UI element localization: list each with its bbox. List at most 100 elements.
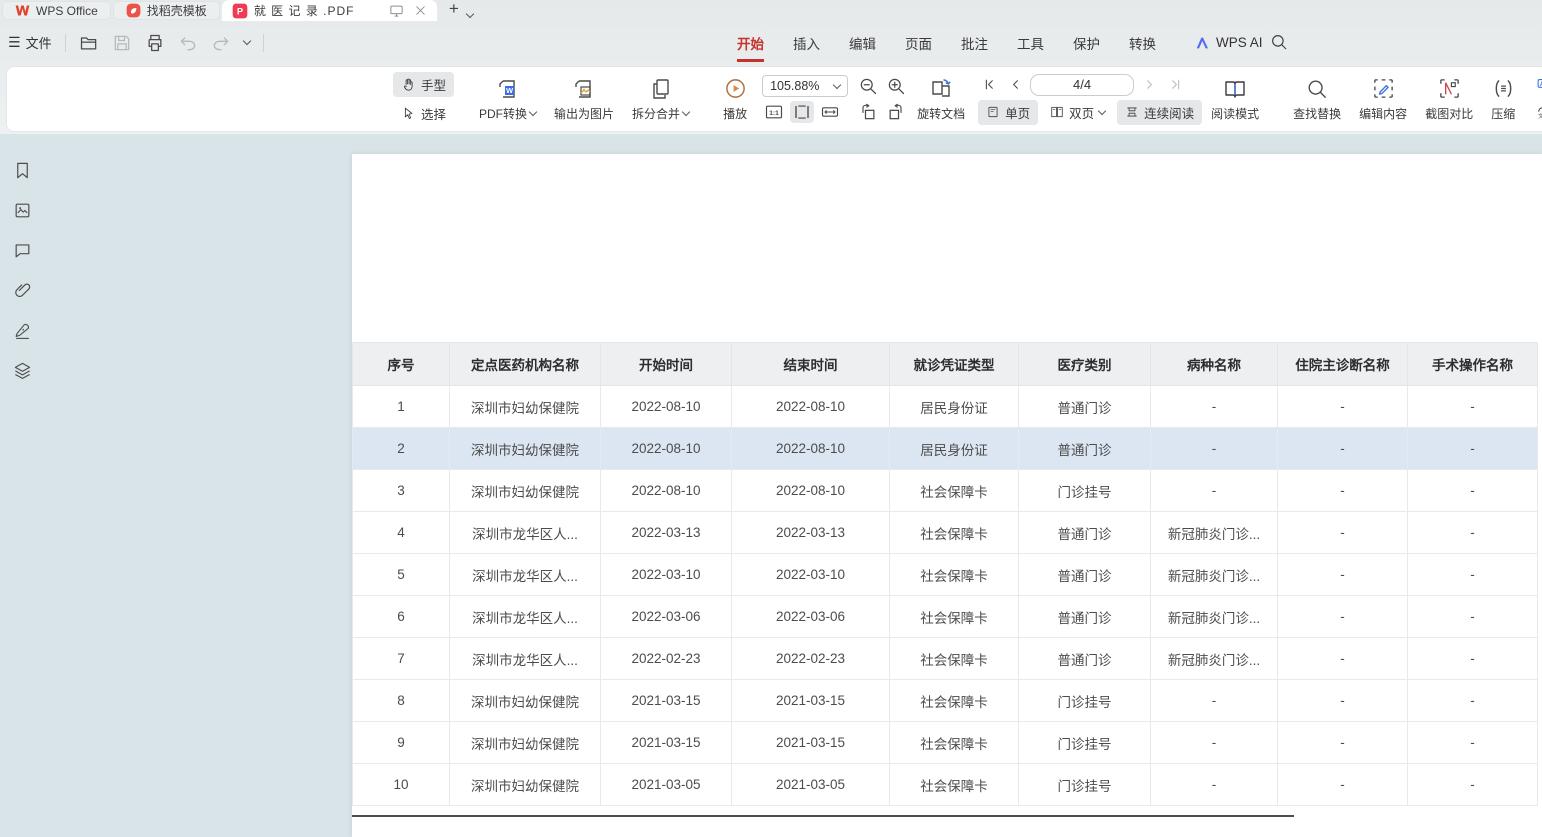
table-row: 2深圳市妇幼保健院2022-08-102022-08-10居民身份证普通门诊--… <box>353 428 1538 470</box>
fit-width-button[interactable] <box>790 101 814 123</box>
table-cell: - <box>1408 386 1538 428</box>
open-file-icon[interactable] <box>79 33 99 53</box>
table-cell: - <box>1278 428 1408 470</box>
table-cell: 2021-03-05 <box>732 764 890 806</box>
comments-panel-button[interactable] <box>12 240 33 261</box>
docer-icon <box>126 3 141 18</box>
table-cell: 社会保障卡 <box>890 512 1019 554</box>
ribbon-toolbar: 手型 选择 PDF转换 输出为图片 拆分合并 <box>6 66 1542 132</box>
table-cell: 2022-08-10 <box>732 386 890 428</box>
table-cell: 深圳市妇幼保健院 <box>450 722 601 764</box>
table-header-row: 序号定点医药机构名称开始时间结束时间就诊凭证类型医疗类别病种名称住院主诊断名称手… <box>353 343 1538 386</box>
wps-ai-label: WPS AI <box>1216 35 1263 50</box>
actual-size-button[interactable] <box>762 101 786 123</box>
paperclip-icon <box>13 281 32 300</box>
table-cell: 普通门诊 <box>1019 386 1151 428</box>
table-cell: 普通门诊 <box>1019 596 1151 638</box>
menu-item[interactable]: 批注 <box>961 33 988 53</box>
table-cell: - <box>1408 638 1538 680</box>
double-page-button[interactable]: 双页 <box>1042 100 1113 125</box>
menu-item[interactable]: 转换 <box>1129 33 1156 53</box>
file-menu-button[interactable]: ☰ 文件 <box>8 33 52 52</box>
column-header: 手术操作名称 <box>1408 343 1538 386</box>
attachments-panel-button[interactable] <box>12 280 33 301</box>
screen-share-icon[interactable] <box>389 3 404 18</box>
chevron-down-icon <box>833 80 841 88</box>
split-merge-button[interactable]: 拆分合并 <box>623 77 698 122</box>
table-cell: 2022-08-10 <box>732 428 890 470</box>
screenshot-compare-label: 截图对比 <box>1425 105 1473 122</box>
last-page-button[interactable] <box>1164 74 1186 96</box>
table-cell: 普通门诊 <box>1019 512 1151 554</box>
select-tool-button[interactable]: 选择 <box>393 101 454 126</box>
find-replace-button[interactable]: 查找替换 <box>1284 77 1350 122</box>
export-image-button[interactable]: 输出为图片 <box>545 77 623 122</box>
rotate-left-button[interactable] <box>856 101 880 123</box>
tab-list-chevron-icon[interactable] <box>466 10 474 18</box>
hand-tool-button[interactable]: 手型 <box>393 72 454 97</box>
document-title: 就 医 记 录 .PDF <box>254 2 355 19</box>
save-icon[interactable] <box>112 33 132 53</box>
new-tab-button[interactable]: + <box>449 0 459 19</box>
print-icon[interactable] <box>145 33 165 53</box>
fit-page-button[interactable] <box>818 101 842 123</box>
redo-icon[interactable] <box>211 33 231 53</box>
menu-item[interactable]: 保护 <box>1073 33 1100 53</box>
layers-icon <box>13 361 32 380</box>
menu-search-icon[interactable] <box>1270 33 1288 51</box>
tab-docer-templates[interactable]: 找稻壳模板 <box>113 1 220 20</box>
layers-panel-button[interactable] <box>12 360 33 381</box>
page-number-input[interactable]: 4/4 <box>1030 74 1134 96</box>
table-cell: 居民身份证 <box>890 428 1019 470</box>
continuous-read-button[interactable]: 连续阅读 <box>1117 100 1202 125</box>
table-cell: - <box>1278 554 1408 596</box>
compress-button[interactable]: 压缩 <box>1482 77 1524 122</box>
tab-document[interactable]: P 就 医 记 录 .PDF <box>222 0 437 21</box>
zoom-out-button[interactable] <box>856 75 880 97</box>
wps-logo-icon <box>15 4 30 17</box>
table-cell: 深圳市龙华区人... <box>450 596 601 638</box>
table-row: 5深圳市龙华区人...2022-03-102022-03-10社会保障卡普通门诊… <box>353 554 1538 596</box>
zoom-in-icon <box>886 76 906 96</box>
word-translate-button[interactable]: 划词翻译 <box>1528 101 1542 126</box>
close-tab-icon[interactable] <box>414 4 427 17</box>
signature-panel-button[interactable] <box>12 320 33 341</box>
thumbnails-panel-button[interactable] <box>12 200 33 221</box>
menu-item[interactable]: 页面 <box>905 33 932 53</box>
chevron-down-icon <box>529 107 537 115</box>
table-cell: 2022-03-10 <box>601 554 732 596</box>
table-cell: 门诊挂号 <box>1019 470 1151 512</box>
first-page-button[interactable] <box>978 74 1000 96</box>
quickbar-chevron-icon[interactable] <box>242 37 250 45</box>
undo-icon[interactable] <box>178 33 198 53</box>
screenshot-compare-button[interactable]: 截图对比 <box>1416 77 1482 122</box>
menu-item[interactable]: 插入 <box>793 33 820 53</box>
zoom-in-button[interactable] <box>884 75 908 97</box>
edit-content-button[interactable]: 编辑内容 <box>1350 77 1416 122</box>
rotate-right-button[interactable] <box>884 101 908 123</box>
column-header: 序号 <box>353 343 450 386</box>
table-cell: 深圳市龙华区人... <box>450 512 601 554</box>
zoom-level-select[interactable]: 105.88% <box>762 75 848 97</box>
rotate-document-button[interactable]: 旋转文档 <box>908 77 974 122</box>
full-translate-button[interactable]: 全文翻译 <box>1528 72 1542 97</box>
bookmarks-panel-button[interactable] <box>12 160 33 181</box>
read-mode-icon <box>1223 77 1247 101</box>
wps-ai-button[interactable]: WPS AI <box>1194 21 1263 64</box>
menu-item[interactable]: 编辑 <box>849 33 876 53</box>
next-page-icon <box>1142 77 1157 92</box>
menu-item[interactable]: 工具 <box>1017 33 1044 53</box>
document-area: 序号定点医药机构名称开始时间结束时间就诊凭证类型医疗类别病种名称住院主诊断名称手… <box>0 134 1542 837</box>
table-cell: 9 <box>353 722 450 764</box>
single-page-button[interactable]: 单页 <box>978 100 1038 125</box>
pdf-convert-button[interactable]: PDF转换 <box>470 77 545 122</box>
play-button[interactable]: 播放 <box>714 77 756 122</box>
read-mode-button[interactable]: 阅读模式 <box>1202 77 1268 122</box>
prev-page-button[interactable] <box>1004 74 1026 96</box>
menu-item[interactable]: 开始 <box>737 33 764 53</box>
column-header: 开始时间 <box>601 343 732 386</box>
tab-label: 找稻壳模板 <box>147 2 207 19</box>
word-translate-icon <box>1536 105 1542 122</box>
next-page-button[interactable] <box>1138 74 1160 96</box>
tab-wps-home[interactable]: WPS Office <box>2 1 111 20</box>
